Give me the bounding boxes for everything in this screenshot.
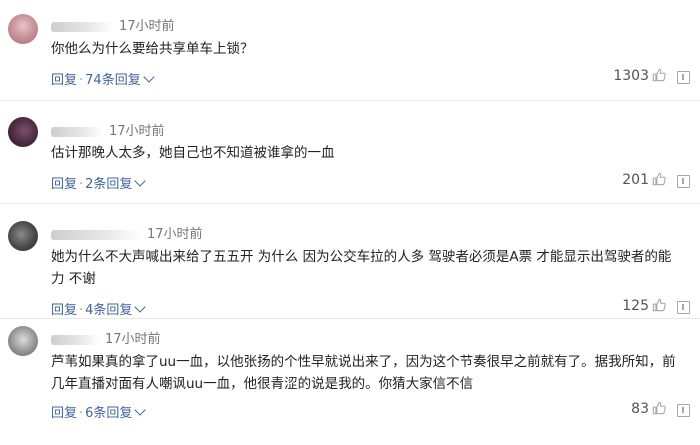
comment-time: 17小时前 — [109, 124, 165, 139]
like-count: 201 — [622, 172, 649, 188]
avatar[interactable] — [8, 14, 38, 44]
comment-actions: 回复 · 6条回复 — [51, 402, 147, 421]
reply-button[interactable]: 回复 — [51, 73, 77, 88]
comment-text: 你他么为什么要给共享单车上锁？ — [51, 41, 254, 57]
chevron-down-icon — [134, 404, 147, 416]
comment-time: 17小时前 — [147, 227, 203, 242]
avatar[interactable] — [8, 117, 38, 147]
comment-item: 17小时前 你他么为什么要给共享单车上锁？ 回复 · 74条回复 1303 — [0, 0, 700, 100]
comment-actions: 回复 · 74条回复 — [51, 69, 155, 88]
reply-button[interactable]: 回复 — [51, 406, 77, 421]
like-button[interactable]: 1303 — [613, 68, 666, 84]
replies-count: 4条回复 — [85, 303, 133, 318]
comment-meta: 17小时前 — [51, 120, 165, 139]
like-button[interactable]: 201 — [622, 172, 666, 188]
view-replies-button[interactable]: 4条回复 — [85, 301, 147, 318]
view-replies-button[interactable]: 74条回复 — [85, 71, 155, 88]
comment-meta: 17小时前 — [51, 223, 203, 242]
separator: · — [79, 73, 84, 88]
chevron-down-icon — [134, 301, 147, 313]
comment-item: 17小时前 她为什么不大声喊出来给了五五开 为什么 因为公交车拉的人多 驾驶者必… — [0, 203, 700, 318]
report-icon[interactable] — [677, 301, 690, 314]
separator: · — [79, 177, 84, 192]
username-blurred[interactable] — [51, 126, 103, 137]
like-count: 125 — [622, 298, 649, 314]
avatar[interactable] — [8, 326, 38, 356]
comment-text: 芦苇如果真的拿了uu一血，以他张扬的个性早就说出来了，因为这个节奏很早之前就有了… — [51, 354, 676, 392]
comment-meta: 17小时前 — [51, 15, 175, 34]
like-button[interactable]: 125 — [622, 298, 666, 314]
separator: · — [79, 303, 84, 318]
thumbs-up-icon — [652, 68, 666, 82]
username-blurred[interactable] — [51, 21, 113, 32]
report-icon[interactable] — [677, 175, 690, 188]
comment-time: 17小时前 — [119, 19, 175, 34]
username-blurred[interactable] — [51, 229, 141, 240]
username-blurred[interactable] — [51, 334, 99, 345]
thumbs-up-icon — [652, 298, 666, 312]
comment-actions: 回复 · 2条回复 — [51, 173, 147, 192]
replies-count: 6条回复 — [85, 406, 133, 421]
chevron-down-icon — [143, 71, 155, 83]
reply-button[interactable]: 回复 — [51, 303, 77, 318]
reply-button[interactable]: 回复 — [51, 177, 77, 192]
like-count: 83 — [631, 401, 649, 417]
view-replies-button[interactable]: 2条回复 — [85, 175, 147, 192]
report-icon[interactable] — [677, 71, 690, 84]
comment-actions: 回复 · 4条回复 — [51, 299, 147, 318]
comment-time: 17小时前 — [105, 332, 161, 347]
comment-text: 估计那晚人太多，她自己也不知道被谁拿的一血 — [51, 145, 335, 161]
replies-count: 2条回复 — [85, 177, 133, 192]
comment-item: 17小时前 芦苇如果真的拿了uu一血，以他张扬的个性早就说出来了，因为这个节奏很… — [0, 318, 700, 445]
comment-item: 17小时前 估计那晚人太多，她自己也不知道被谁拿的一血 回复 · 2条回复 201 — [0, 100, 700, 203]
chevron-down-icon — [134, 175, 147, 187]
like-count: 1303 — [613, 68, 649, 84]
like-button[interactable]: 83 — [631, 401, 666, 417]
comment-text: 她为什么不大声喊出来给了五五开 为什么 因为公交车拉的人多 驾驶者必须是A票 才… — [51, 249, 672, 287]
separator: · — [79, 406, 84, 421]
view-replies-button[interactable]: 6条回复 — [85, 404, 147, 421]
thumbs-up-icon — [652, 172, 666, 186]
replies-count: 74条回复 — [85, 73, 141, 88]
avatar[interactable] — [8, 221, 38, 251]
report-icon[interactable] — [677, 404, 690, 417]
comment-meta: 17小时前 — [51, 328, 161, 347]
thumbs-up-icon — [652, 401, 666, 415]
